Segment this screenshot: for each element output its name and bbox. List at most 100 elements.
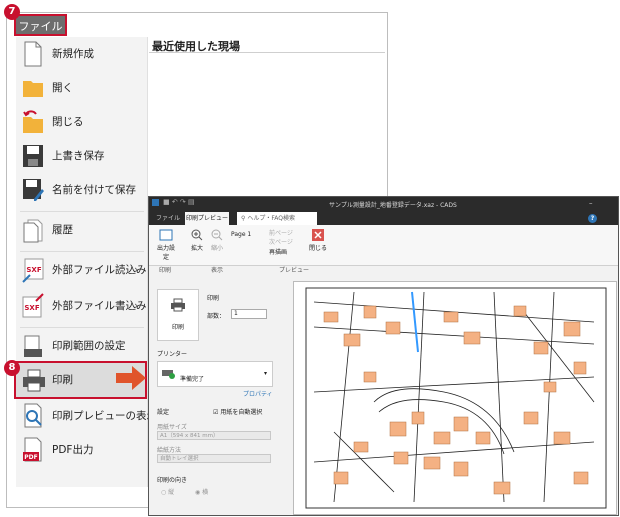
minimize-icon[interactable]: – <box>589 199 593 207</box>
search-icon: ⚲ <box>241 215 246 222</box>
help-faq-search[interactable]: ⚲ ヘルプ・FAQ検索 <box>237 212 317 225</box>
portrait-radio[interactable]: ○ 縦 <box>161 487 174 496</box>
menu-item-export[interactable]: SXF 外部ファイル書込み › <box>16 289 147 323</box>
menu-item-label: PDF出力 <box>52 444 94 456</box>
next-page-button[interactable]: 次ページ <box>269 237 293 246</box>
menu-item-label: 履歴 <box>52 224 73 236</box>
print-preview-window: ■ ↶ ↷ ▤ サンプル測量設計_地番登録データ.xaz - CADS – ファ… <box>148 196 619 516</box>
history-icon <box>23 219 43 243</box>
menu-item-open[interactable]: 開く <box>16 71 147 105</box>
group-print-label: 印刷 <box>159 267 172 274</box>
print-settings-panel: 印刷 印刷 部数： 1 プリンター 準備完了 ▾ プロパティ 設定 ☑ 用紙を自… <box>151 281 275 515</box>
step-badge-7: 7 <box>4 4 20 20</box>
menu-item-label: 名前を付けて保存 <box>52 184 136 196</box>
print-range-icon <box>24 335 42 357</box>
print-button[interactable]: 印刷 <box>157 289 199 341</box>
copies-label: 部数： <box>207 313 226 320</box>
auto-select-label: 用紙を自動選択 <box>220 409 263 416</box>
ribbon: 出力設定 拡大 縮小 Page 1 前ページ 次ページ 再描画 閉じる 印刷 表… <box>149 225 618 274</box>
help-icon[interactable]: ? <box>588 214 597 223</box>
portrait-label: 縦 <box>168 489 175 496</box>
zoom-in-button[interactable]: 拡大 <box>189 229 205 252</box>
sxf-import-icon: SXF <box>22 258 44 283</box>
close-folder-icon <box>23 110 43 133</box>
printer-ready-icon <box>162 370 175 379</box>
submenu-chevron-icon: › <box>134 263 139 276</box>
paper-size-label: 用紙サイズ <box>157 424 187 431</box>
menu-item-close[interactable]: 閉じる <box>16 105 147 139</box>
tab-file[interactable]: ファイル <box>151 212 185 225</box>
svg-text:SXF: SXF <box>26 266 41 274</box>
menu-item-label: 外部ファイル読込み <box>52 264 147 276</box>
menu-item-history[interactable]: 履歴 <box>16 213 147 247</box>
menu-item-label: 外部ファイル書込み <box>52 300 147 312</box>
close-preview-button[interactable]: 閉じる <box>309 229 327 252</box>
zoom-out-button[interactable]: 縮小 <box>209 229 225 252</box>
svg-text:PDF: PDF <box>24 454 37 461</box>
output-settings-label: 出力設定 <box>156 245 175 261</box>
help-faq-label: ヘルプ・FAQ検索 <box>247 215 295 222</box>
redraw-button[interactable]: 再描画 <box>269 247 287 256</box>
print-heading: 印刷 <box>207 295 220 302</box>
tab-print-preview[interactable]: 印刷プレビュー <box>185 212 229 225</box>
menu-item-pdf[interactable]: PDF PDF出力 <box>16 433 147 467</box>
menu-item-save-as[interactable]: 名前を付けて保存 <box>16 173 147 207</box>
landscape-label: 横 <box>202 489 209 496</box>
zoom-in-icon <box>191 229 203 241</box>
printer-select[interactable]: 準備完了 ▾ <box>157 361 273 387</box>
auto-select-paper-checkbox[interactable]: ☑ 用紙を自動選択 <box>213 407 262 416</box>
app-icon <box>152 199 159 206</box>
close-label: 閉じる <box>309 245 328 252</box>
output-settings-button[interactable]: 出力設定 <box>155 229 177 261</box>
folder-icon <box>23 81 43 97</box>
menu-item-label: 印刷プレビューの表示 <box>52 410 157 422</box>
menu-item-new[interactable]: 新規作成 <box>16 37 147 71</box>
menu-item-label: 開く <box>52 82 73 94</box>
feed-method-select[interactable]: 自動トレイ選択 <box>157 454 271 463</box>
menu-separator <box>20 251 144 252</box>
menu-item-label: 上書き保存 <box>52 150 105 162</box>
page-indicator: Page 1 <box>231 231 252 238</box>
menu-item-label: 閉じる <box>52 116 84 128</box>
menu-item-import[interactable]: SXF 外部ファイル読込み › <box>16 253 147 287</box>
zoom-in-label: 拡大 <box>190 245 203 252</box>
group-view-label: 表示 <box>211 267 224 274</box>
menu-item-label: 印刷範囲の設定 <box>52 340 126 352</box>
close-icon <box>312 229 324 241</box>
svg-text:SXF: SXF <box>24 304 39 312</box>
printer-status: 準備完了 <box>180 376 205 383</box>
group-preview-label: プレビュー <box>279 267 310 274</box>
printer-label: プリンター <box>157 351 188 358</box>
radio-unchecked-icon: ○ <box>161 489 167 496</box>
radio-checked-icon: ◉ <box>195 489 201 496</box>
settings-label: 設定 <box>157 409 170 416</box>
menu-item-save[interactable]: 上書き保存 <box>16 139 147 173</box>
menu-separator <box>20 211 144 212</box>
save-icon <box>23 145 43 167</box>
file-menu-lower: 印刷プレビューの表示 PDF PDF出力 <box>16 399 157 487</box>
quick-access-icons[interactable]: ■ ↶ ↷ ▤ <box>163 198 195 206</box>
checkbox-checked-icon: ☑ <box>213 409 219 416</box>
new-document-icon <box>24 41 42 67</box>
menu-item-print-range[interactable]: 印刷範囲の設定 <box>16 329 147 363</box>
drawing-preview[interactable] <box>293 281 617 515</box>
orientation-label: 印刷の向き <box>157 477 188 484</box>
menu-item-print-preview[interactable]: 印刷プレビューの表示 <box>16 399 157 433</box>
window-title: サンプル測量設計_地番登録データ.xaz - CADS <box>329 202 457 209</box>
copies-input[interactable]: 1 <box>231 309 267 319</box>
ribbon-tabs: ファイル 印刷プレビュー ⚲ ヘルプ・FAQ検索 ? <box>149 211 618 225</box>
prev-page-button[interactable]: 前ページ <box>269 228 293 237</box>
submenu-chevron-icon: › <box>134 299 139 312</box>
landscape-radio[interactable]: ◉ 横 <box>195 487 208 496</box>
step-badge-8: 8 <box>4 360 20 376</box>
output-settings-icon <box>159 229 173 241</box>
feed-method-label: 給紙方法 <box>157 447 182 454</box>
print-button-label: 印刷 <box>172 324 185 331</box>
zoom-out-icon <box>211 229 223 241</box>
properties-link[interactable]: プロパティ <box>243 389 273 398</box>
file-tab[interactable]: ファイル <box>14 14 67 36</box>
paper-size-select[interactable]: A1（594 x 841 mm） <box>157 431 271 440</box>
pdf-icon: PDF <box>23 437 42 462</box>
chevron-down-icon: ▾ <box>264 370 268 377</box>
menu-item-label: 新規作成 <box>52 48 94 60</box>
